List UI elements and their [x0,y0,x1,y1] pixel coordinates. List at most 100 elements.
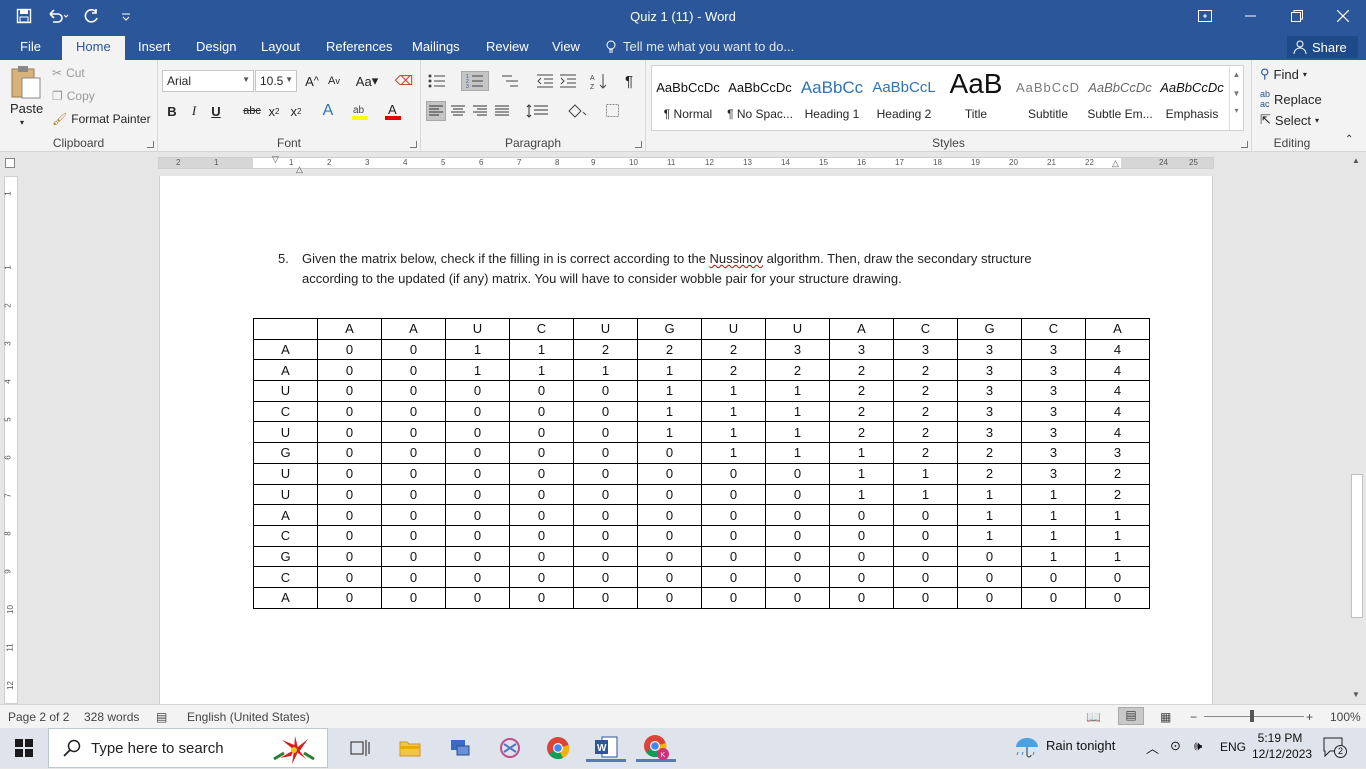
matrix-cell[interactable]: 0 [765,504,830,526]
styles-launcher-icon[interactable] [1241,141,1248,148]
row-header[interactable]: A [253,504,318,526]
scroll-up-icon[interactable]: ▲ [1352,156,1360,165]
matrix-cell[interactable]: 3 [1021,442,1086,464]
print-layout-icon[interactable]: ▤ [1118,707,1144,725]
matrix-cell[interactable]: 0 [637,504,702,526]
first-line-indent-marker[interactable]: ▽ [272,154,279,165]
language-indicator[interactable]: ENG [1220,740,1246,754]
row-header[interactable]: G [253,545,318,568]
language-status[interactable]: English (United States) [187,710,310,724]
tab-selector-icon[interactable] [5,158,15,168]
matrix-cell[interactable]: 1 [957,524,1022,547]
tab-design[interactable]: Design [196,39,236,54]
matrix-cell[interactable]: 0 [317,400,382,423]
matrix-cell[interactable]: 1 [765,380,830,402]
style-heading-2[interactable]: AaBbCcL Heading 2 [868,66,940,130]
matrix-cell[interactable]: 2 [957,442,1022,464]
matrix-cell[interactable]: 1 [701,400,766,423]
column-header[interactable]: A [1085,318,1150,340]
matrix-cell[interactable]: 0 [765,586,830,609]
word-count[interactable]: 328 words [84,710,139,724]
task-view-icon[interactable] [340,734,380,762]
matrix-cell[interactable]: 0 [317,545,382,568]
minimize-icon[interactable] [1228,0,1274,32]
matrix-cell[interactable]: 0 [317,359,382,382]
highlight-icon[interactable]: ab [350,101,370,121]
column-header[interactable]: G [637,318,702,340]
format-painter-button[interactable]: 🖌 Format Painter [52,112,151,126]
style-subtitle[interactable]: AaBbCcD Subtitle [1012,66,1084,130]
matrix-cell[interactable]: 1 [637,359,702,382]
restore-icon[interactable] [1274,0,1320,32]
tell-me-box[interactable]: Tell me what you want to do... [605,39,794,54]
row-header[interactable]: U [253,462,318,485]
read-mode-icon[interactable]: 📖 [1086,710,1101,724]
matrix-cell[interactable]: 3 [765,338,830,361]
matrix-cell[interactable]: 0 [381,400,446,423]
matrix-cell[interactable]: 1 [1085,545,1150,568]
matrix-cell[interactable]: 0 [573,442,638,464]
text-effects-icon[interactable]: A [318,101,338,121]
column-header[interactable]: A [381,318,446,340]
matrix-cell[interactable]: 0 [893,504,958,526]
matrix-cell[interactable]: 1 [893,462,958,485]
matrix-cell[interactable]: 0 [1085,586,1150,609]
matrix-cell[interactable]: 0 [317,524,382,547]
scroll-down-icon[interactable]: ▼ [1352,690,1360,699]
matrix-cell[interactable]: 1 [1021,504,1086,526]
matrix-cell[interactable]: 0 [509,421,574,444]
strikethrough-button[interactable]: abc [242,101,262,121]
matrix-cell[interactable]: 1 [1021,524,1086,547]
matrix-cell[interactable]: 0 [317,586,382,609]
row-header[interactable]: C [253,524,318,547]
matrix-cell[interactable]: 0 [893,586,958,609]
align-right-icon[interactable] [470,101,490,121]
matrix-cell[interactable]: 2 [829,421,894,444]
matrix-cell[interactable]: 0 [573,524,638,547]
matrix-cell[interactable]: 4 [1085,338,1150,361]
matrix-cell[interactable]: 2 [701,359,766,382]
matrix-cell[interactable]: 0 [829,504,894,526]
matrix-cell[interactable]: 0 [573,462,638,485]
zoom-slider-thumb[interactable] [1250,710,1254,722]
font-size-combo[interactable]: 10.5 ▼ [255,70,297,92]
cut-button[interactable]: ✂ Cut [52,66,85,80]
align-left-icon[interactable] [426,101,446,121]
matrix-cell[interactable]: 2 [573,338,638,361]
matrix-cell[interactable]: 0 [509,380,574,402]
tab-references[interactable]: References [326,39,392,54]
style-subtle-emphasis[interactable]: AaBbCcDc Subtle Em... [1084,66,1156,130]
matrix-cell[interactable]: 3 [1021,359,1086,382]
style-no-spacing[interactable]: AaBbCcDc ¶ No Spac... [724,66,796,130]
matrix-cell[interactable]: 2 [893,421,958,444]
matrix-cell[interactable]: 0 [637,483,702,506]
matrix-cell[interactable]: 1 [701,421,766,444]
matrix-cell[interactable]: 0 [893,545,958,568]
matrix-cell[interactable]: 3 [1021,421,1086,444]
matrix-cell[interactable]: 0 [445,566,510,588]
matrix-cell[interactable]: 0 [381,442,446,464]
style-normal[interactable]: AaBbCcDc ¶ Normal [652,66,724,130]
column-header[interactable] [253,318,318,340]
matrix-cell[interactable]: 0 [1021,586,1086,609]
matrix-cell[interactable]: 3 [1021,380,1086,402]
matrix-cell[interactable]: 0 [765,462,830,485]
tab-home[interactable]: Home [62,36,125,60]
matrix-cell[interactable]: 0 [445,586,510,609]
matrix-cell[interactable]: 0 [445,483,510,506]
matrix-cell[interactable]: 0 [637,442,702,464]
matrix-cell[interactable]: 0 [1021,566,1086,588]
row-header[interactable]: G [253,442,318,464]
matrix-cell[interactable]: 0 [957,586,1022,609]
matrix-cell[interactable]: 0 [509,483,574,506]
matrix-cell[interactable]: 0 [637,524,702,547]
matrix-cell[interactable]: 0 [317,421,382,444]
matrix-cell[interactable]: 0 [445,504,510,526]
matrix-cell[interactable]: 1 [765,442,830,464]
matrix-cell[interactable]: 0 [445,545,510,568]
matrix-cell[interactable]: 3 [1085,442,1150,464]
collapse-ribbon-icon[interactable]: ⌃ [1345,134,1353,145]
matrix-cell[interactable]: 1 [509,338,574,361]
matrix-cell[interactable]: 0 [317,380,382,402]
replace-button[interactable]: ab ac Replace [1260,89,1322,109]
